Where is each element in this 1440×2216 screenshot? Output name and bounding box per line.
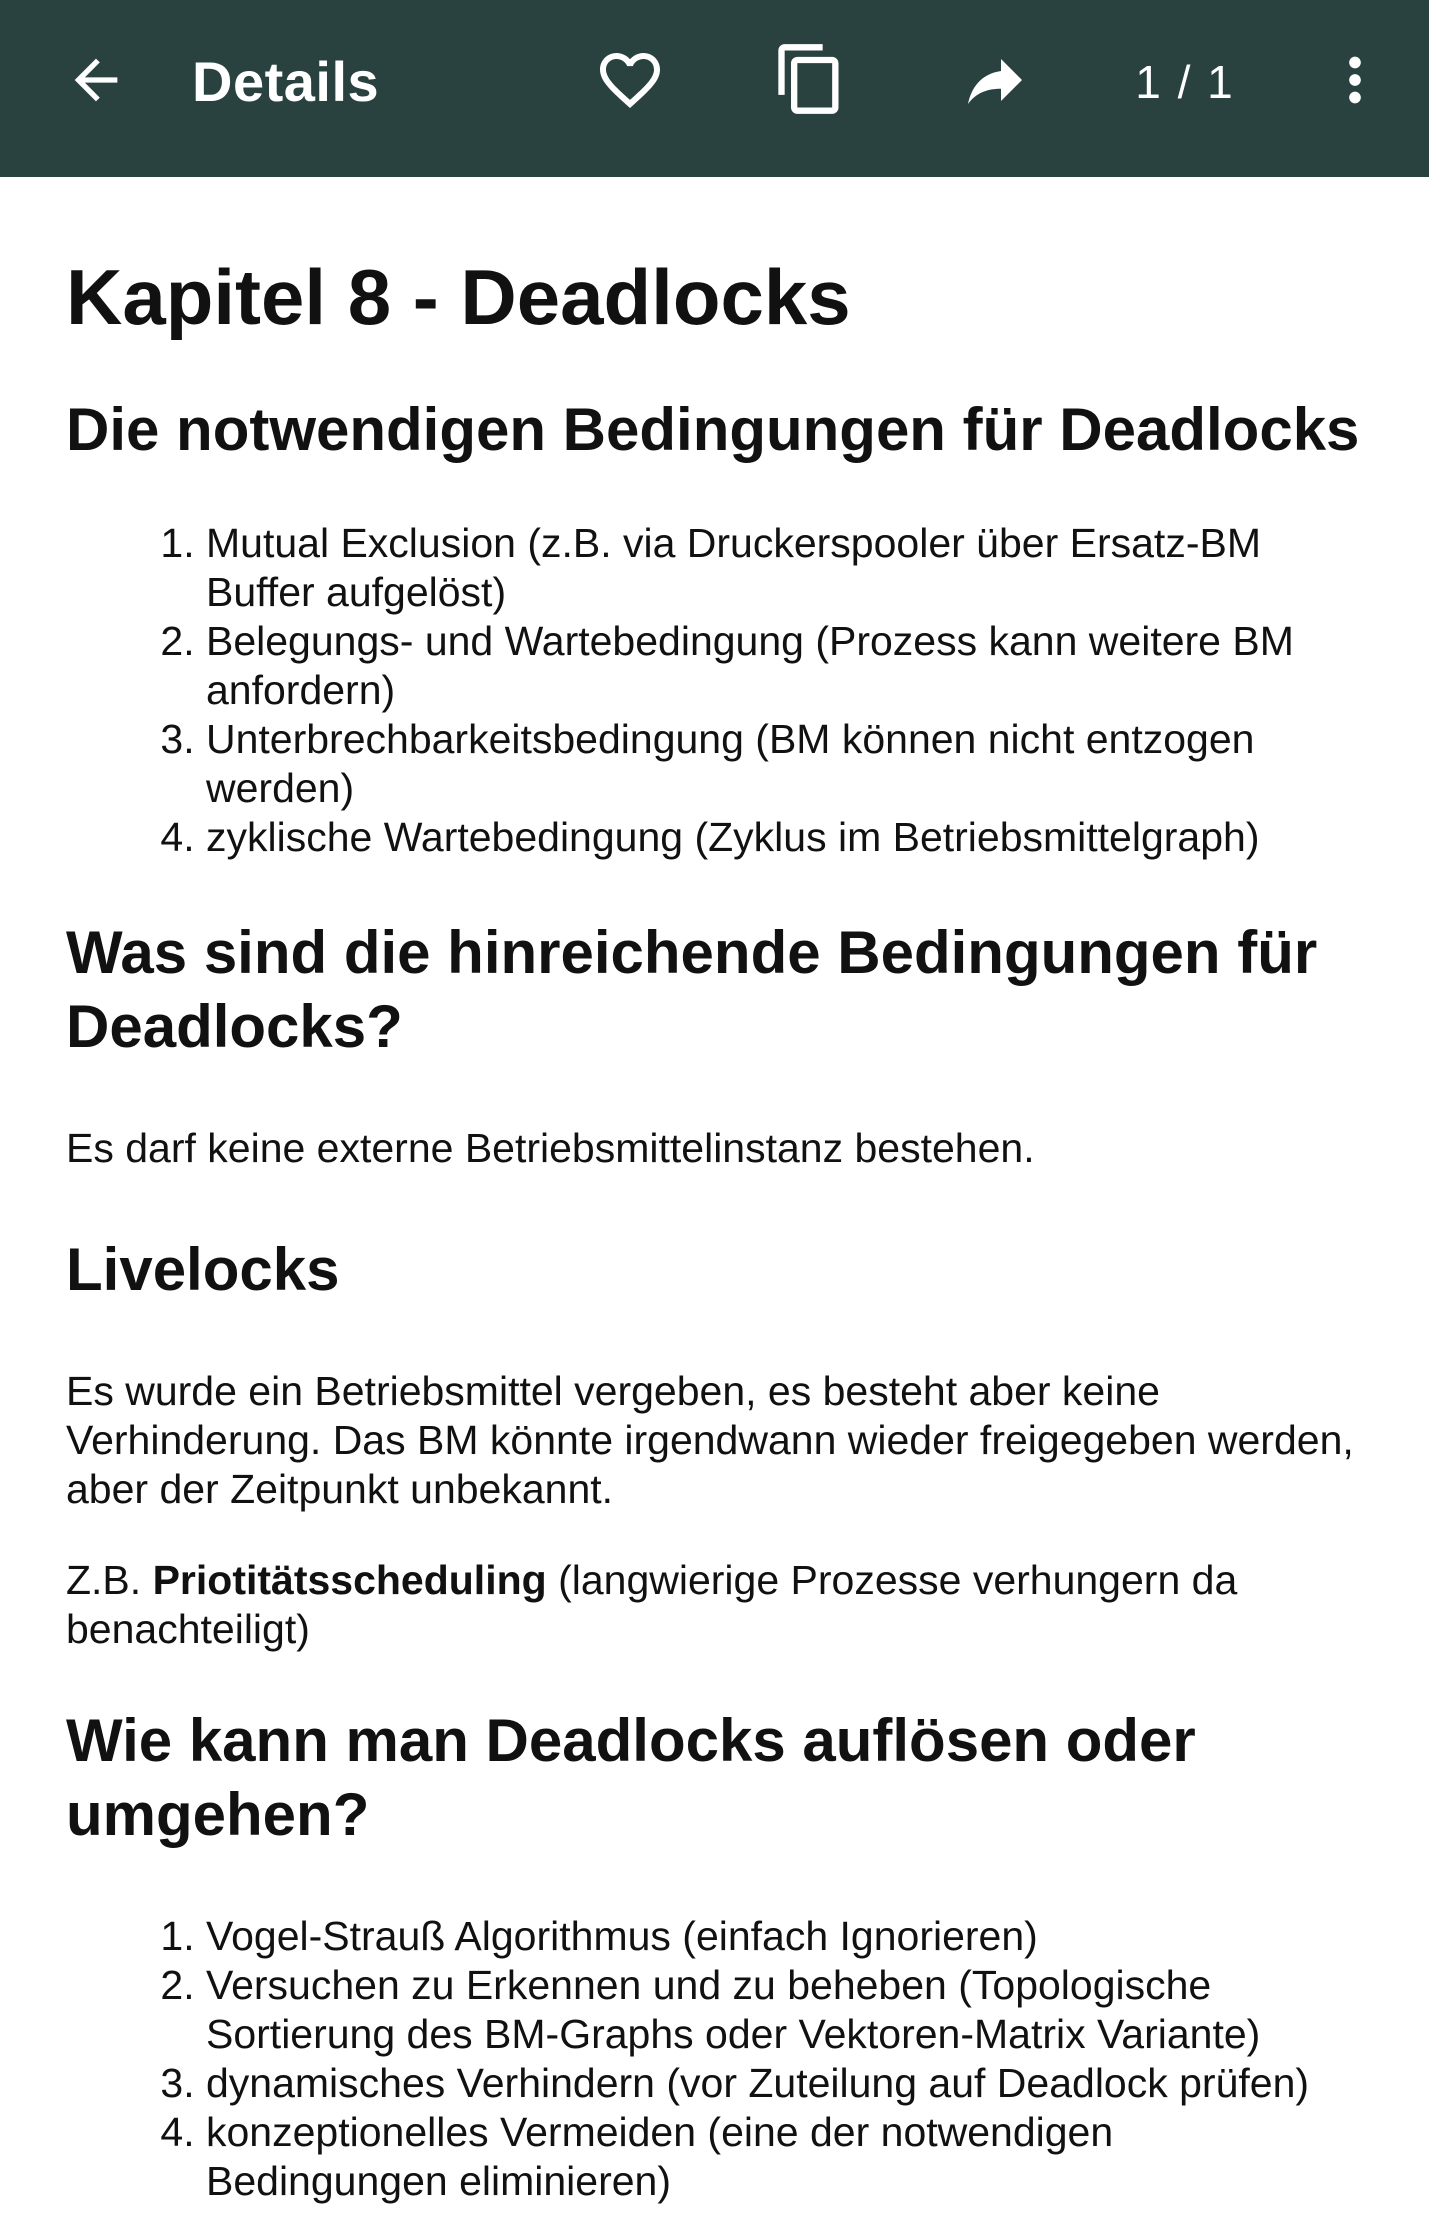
list-item: konzeptionelles Vermeiden (eine der notw… xyxy=(206,2108,1366,2206)
section-heading: Livelocks xyxy=(66,1236,340,1303)
paragraph: Es wurde ein Betriebsmittel vergeben, es… xyxy=(66,1368,1354,1512)
resolution-list: Vogel-Strauß Algorithmus (einfach Ignori… xyxy=(66,1912,1366,2206)
list-item: zyklische Wartebedingung (Zyklus im Betr… xyxy=(206,813,1366,862)
share-icon[interactable] xyxy=(950,40,1040,120)
edge-strip xyxy=(1429,0,1440,2216)
document-content: Kapitel 8 - Deadlocks Die notwendigen Be… xyxy=(66,177,1366,2206)
section-heading: Die notwendigen Bedingungen für Deadlock… xyxy=(66,396,1360,463)
copy-icon[interactable] xyxy=(770,36,850,122)
paragraph: Es darf keine externe Betriebsmittelinst… xyxy=(66,1125,1035,1171)
heart-icon[interactable] xyxy=(590,40,670,120)
section-heading: Wie kann man Deadlocks auflösen oder umg… xyxy=(66,1707,1196,1848)
document-title: Kapitel 8 - Deadlocks xyxy=(66,253,851,341)
list-item: Vogel-Strauß Algorithmus (einfach Ignori… xyxy=(206,1912,1366,1961)
list-item: Unterbrechbarkeitsbedingung (BM können n… xyxy=(206,715,1366,813)
example-paragraph: Z.B. Priotitätsscheduling (langwierige P… xyxy=(66,1556,1366,1654)
list-item: Mutual Exclusion (z.B. via Druckerspoole… xyxy=(206,519,1366,617)
necessary-conditions-list: Mutual Exclusion (z.B. via Druckerspoole… xyxy=(66,519,1366,862)
list-item: Belegungs- und Wartebedingung (Prozess k… xyxy=(206,617,1366,715)
back-arrow-icon[interactable] xyxy=(54,44,138,116)
example-bold-term: Priotitätsscheduling xyxy=(152,1557,547,1603)
example-prefix: Z.B. xyxy=(66,1557,153,1603)
page-title: Details xyxy=(192,50,380,113)
list-item: Versuchen zu Erkennen und zu beheben (To… xyxy=(206,1961,1366,2059)
list-item: dynamisches Verhindern (vor Zuteilung au… xyxy=(206,2059,1366,2108)
more-vert-icon[interactable] xyxy=(1320,40,1390,120)
app-bar: Details 1 / 1 xyxy=(0,0,1429,177)
page-counter: 1 / 1 xyxy=(1135,56,1235,108)
section-heading: Was sind die hinreichende Bedingungen fü… xyxy=(66,919,1318,1060)
